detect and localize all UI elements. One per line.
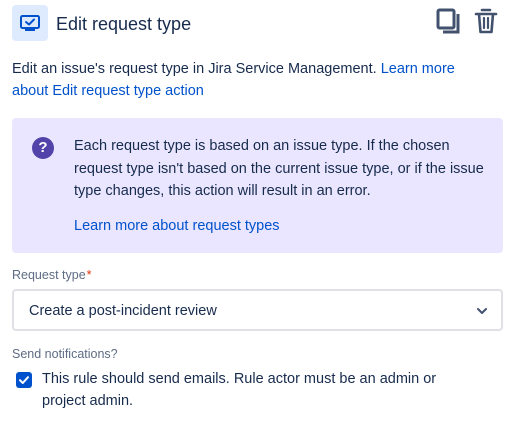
request-type-select[interactable]: Create a post-incident review <box>12 289 503 331</box>
description: Edit an issue's request type in Jira Ser… <box>12 58 492 102</box>
chevron-down-icon <box>477 308 487 314</box>
check-icon <box>19 376 29 384</box>
request-type-icon <box>12 5 48 41</box>
description-text: Edit an issue's request type in Jira Ser… <box>12 61 381 77</box>
copy-button[interactable] <box>435 7 461 35</box>
info-panel: ? Each request type is based on an issue… <box>12 118 503 253</box>
delete-button[interactable] <box>473 7 499 35</box>
required-marker: * <box>86 268 92 282</box>
copy-icon <box>436 8 460 34</box>
send-notifications-label: Send notifications? <box>12 347 118 361</box>
edit-request-type-panel: Edit request type Edit an issue's reques… <box>0 0 511 436</box>
request-type-label-text: Request type <box>12 268 86 282</box>
send-emails-checkbox[interactable] <box>16 372 32 388</box>
request-type-value: Create a post-incident review <box>29 303 217 319</box>
header-actions <box>435 7 499 35</box>
send-emails-label: This rule should send emails. Rule actor… <box>42 371 437 409</box>
request-type-label: Request type* <box>12 267 92 283</box>
trash-icon <box>474 8 498 34</box>
question-icon: ? <box>32 137 54 159</box>
info-text: Each request type is based on an issue t… <box>74 138 484 199</box>
page-title: Edit request type <box>56 14 192 34</box>
learn-more-request-types-link[interactable]: Learn more about request types <box>74 215 280 237</box>
panel-header: Edit request type <box>12 5 499 43</box>
